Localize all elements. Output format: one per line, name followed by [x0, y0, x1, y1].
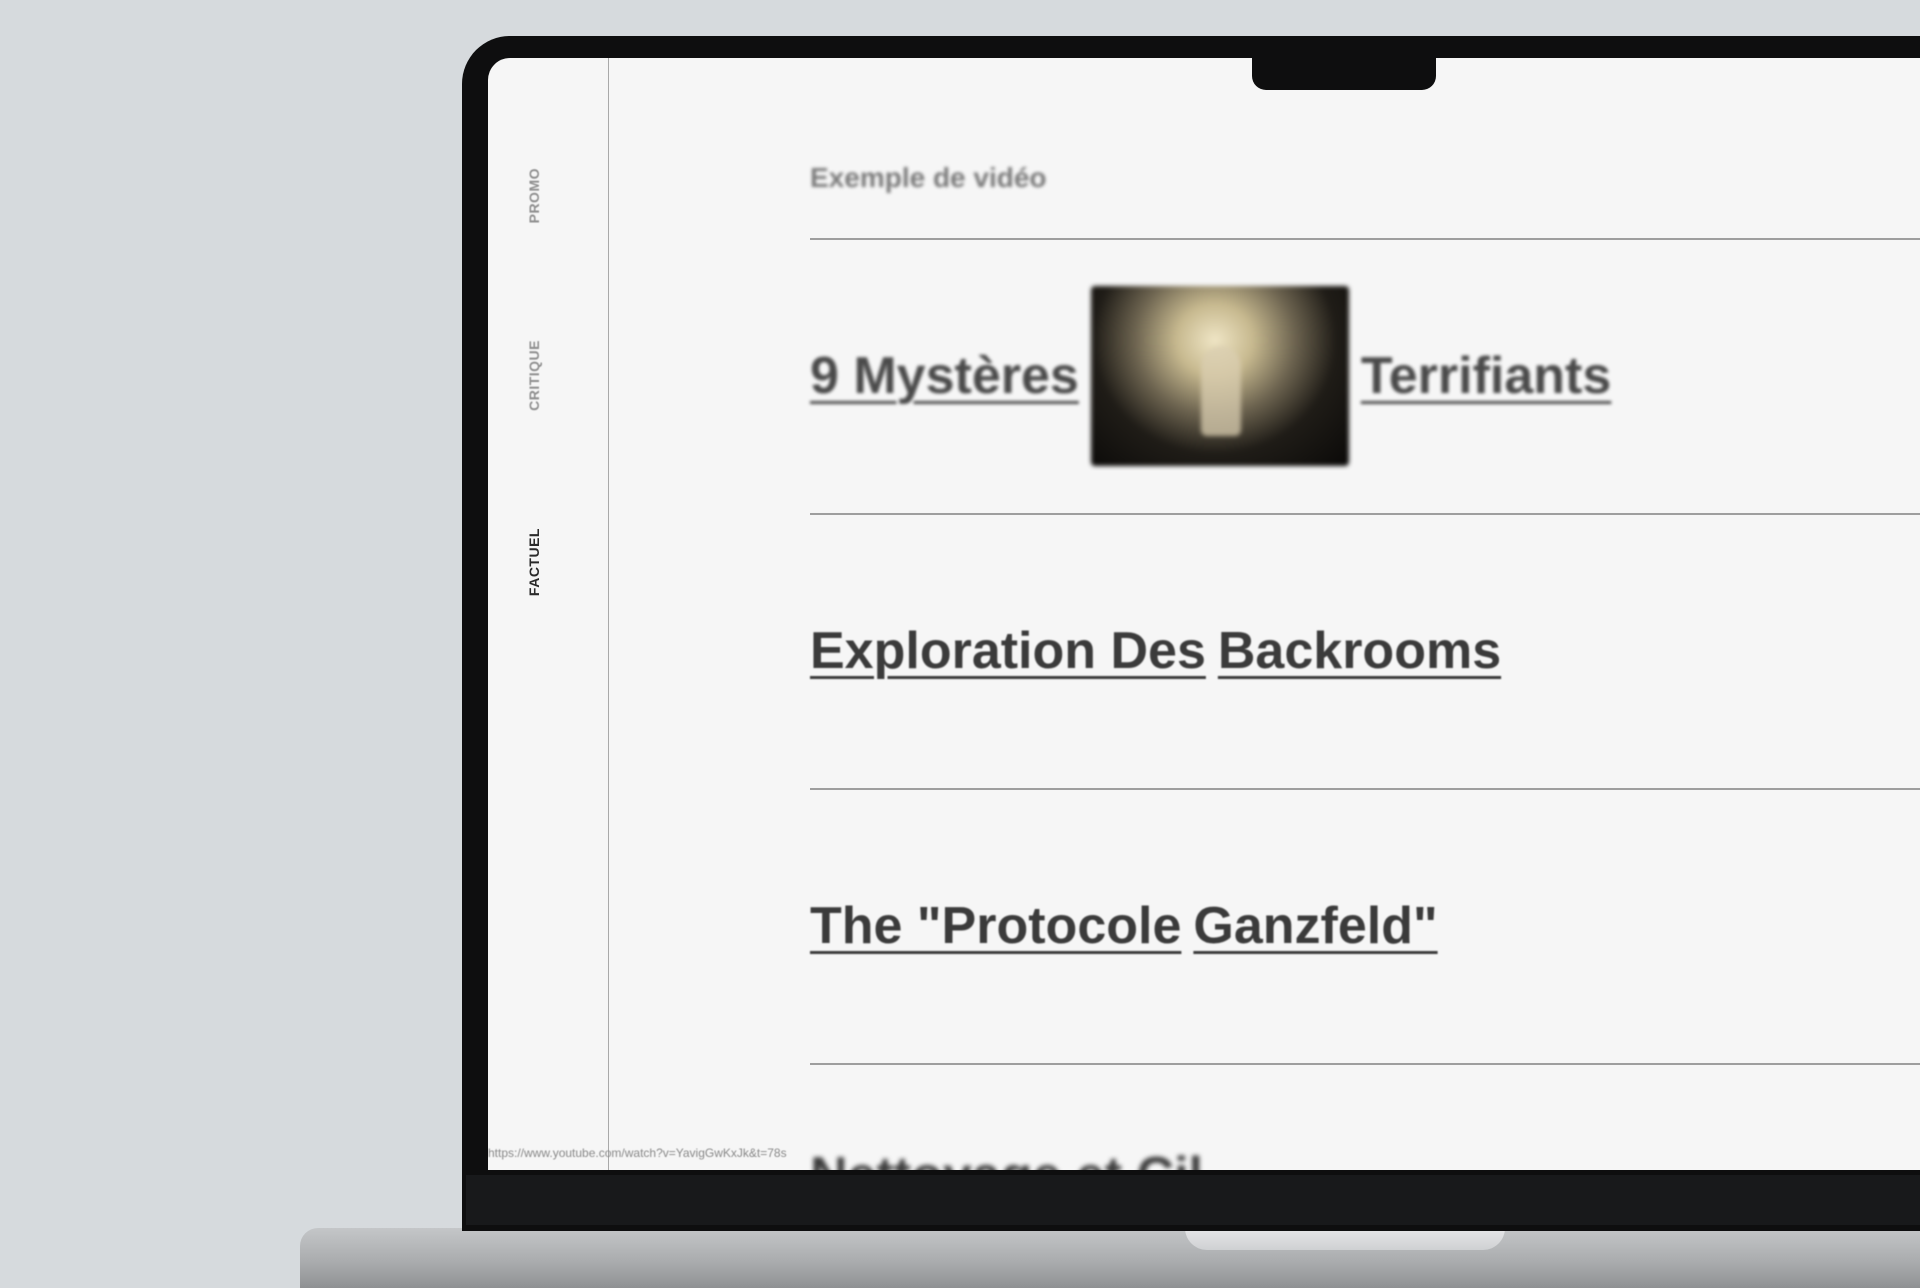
- laptop-bezel-chin: [466, 1175, 1920, 1225]
- video-title[interactable]: Exploration Des: [810, 621, 1206, 681]
- camera-notch: [1252, 55, 1436, 90]
- video-title[interactable]: The "Protocole: [810, 896, 1181, 956]
- link-status-url: https://www.youtube.com/watch?v=YavigGwK…: [488, 1146, 787, 1160]
- tab-promo[interactable]: PROMO: [526, 168, 550, 223]
- video-title[interactable]: 9 Mystères: [810, 346, 1079, 406]
- laptop-screen: PROMO CRITIQUE FACTUEL Exemple de vidéo …: [488, 58, 1920, 1170]
- laptop-base: [300, 1228, 1920, 1288]
- video-title[interactable]: Backrooms: [1218, 621, 1501, 681]
- video-list: Exemple de vidéo 9 Mystères Terrifiants …: [810, 58, 1920, 1170]
- laptop-base-notch: [1185, 1228, 1505, 1250]
- video-title[interactable]: Ganzfeld": [1193, 896, 1437, 956]
- video-item[interactable]: Exploration Des Backrooms: [810, 513, 1920, 788]
- thumbnail-figure: [1200, 345, 1241, 436]
- video-item[interactable]: 9 Mystères Terrifiants: [810, 238, 1920, 513]
- video-title[interactable]: Terrifiants: [1361, 346, 1611, 406]
- video-thumbnail[interactable]: [1090, 285, 1349, 466]
- tab-factuel[interactable]: FACTUEL: [526, 528, 550, 596]
- video-item[interactable]: The "Protocole Ganzfeld": [810, 788, 1920, 1063]
- tab-critique[interactable]: CRITIQUE: [526, 340, 550, 411]
- category-sidebar: PROMO CRITIQUE FACTUEL: [488, 58, 609, 1170]
- section-label: Exemple de vidéo: [810, 162, 1047, 193]
- divider: [810, 1063, 1920, 1065]
- video-title-cut-off[interactable]: Nettoyage et Cil...: [810, 1146, 1246, 1170]
